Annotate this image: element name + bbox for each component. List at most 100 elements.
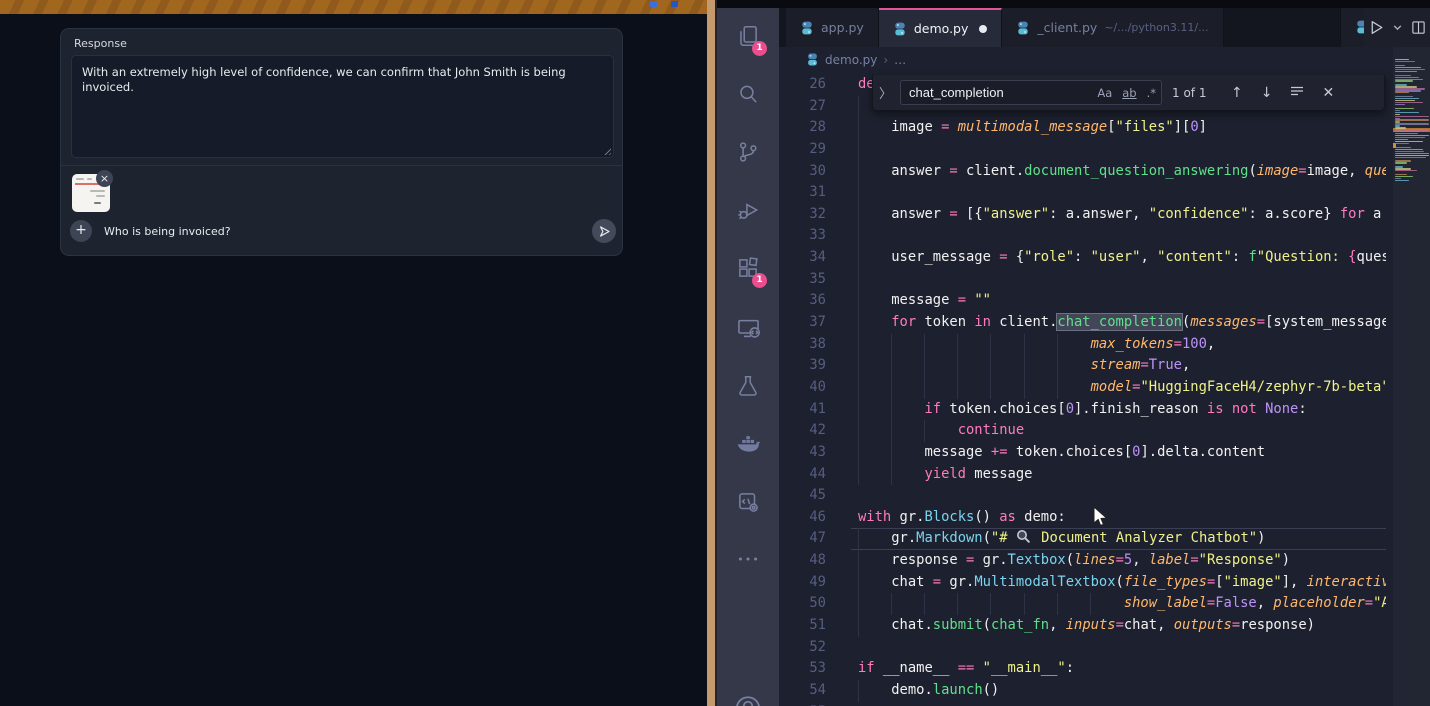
breadcrumb-more[interactable]: … bbox=[894, 53, 906, 67]
code-text: message = "" bbox=[858, 290, 991, 312]
code-line-45[interactable]: 45 bbox=[779, 485, 1386, 507]
tab-demo-py[interactable]: demo.py bbox=[879, 8, 1003, 47]
minimap[interactable] bbox=[1393, 47, 1430, 706]
python-icon bbox=[1016, 21, 1030, 35]
code-line-29[interactable]: 29 bbox=[779, 139, 1386, 161]
remote-explorer-icon[interactable] bbox=[717, 304, 779, 352]
tab-partial[interactable] bbox=[1340, 8, 1365, 47]
extensions-icon[interactable]: 1 bbox=[717, 244, 779, 292]
minimap-line bbox=[1395, 151, 1424, 152]
next-match-icon[interactable]: ↓ bbox=[1252, 85, 1282, 101]
line-number: 31 bbox=[779, 182, 826, 204]
code-line-55[interactable]: 55 bbox=[779, 702, 1386, 706]
close-find-icon[interactable]: ✕ bbox=[1313, 85, 1343, 101]
line-number: 48 bbox=[779, 550, 826, 572]
line-number: 42 bbox=[779, 420, 826, 442]
code-line-32[interactable]: 32 answer = [{"answer": a.answer, "confi… bbox=[779, 204, 1386, 226]
line-number: 33 bbox=[779, 225, 826, 247]
more-actions-icon[interactable] bbox=[717, 535, 779, 583]
code-line-49[interactable]: 49 chat = gr.MultimodalTextbox(file_type… bbox=[779, 572, 1386, 594]
minimap-line bbox=[1395, 123, 1429, 124]
code-line-38[interactable]: 38 max_tokens=100, bbox=[779, 334, 1386, 356]
minimap-line bbox=[1395, 157, 1426, 158]
code-editor[interactable]: 26def chat_fn(multimodal_message):27 28 … bbox=[779, 74, 1386, 706]
code-line-43[interactable]: 43 message += token.choices[0].delta.con… bbox=[779, 442, 1386, 464]
minimap-line bbox=[1395, 180, 1409, 181]
match-case-icon[interactable]: Aa bbox=[1092, 86, 1117, 100]
code-text: answer = [{"answer": a.answer, "confiden… bbox=[858, 204, 1386, 226]
vscode-top-edge bbox=[717, 0, 1430, 8]
code-line-42[interactable]: 42 continue bbox=[779, 420, 1386, 442]
breadcrumb-separator: › bbox=[883, 53, 888, 67]
gradio-panel: Response With an extremely high level of… bbox=[60, 28, 623, 256]
find-widget: 〉 chat_completion Aa ab .* 1 of 1 ↑ ↓ ✕ bbox=[872, 75, 1385, 111]
code-line-52[interactable]: 52 bbox=[779, 637, 1386, 659]
code-line-47[interactable]: 47 gr.Markdown("# Document Analyzer Chat… bbox=[779, 528, 1386, 550]
code-text: show_label=False, placeholder="Ask a que… bbox=[858, 593, 1386, 615]
code-line-37[interactable]: 37 for token in client.chat_completion(m… bbox=[779, 312, 1386, 334]
code-line-30[interactable]: 30 answer = client.document_question_ans… bbox=[779, 161, 1386, 183]
code-line-41[interactable]: 41 if token.choices[0].finish_reason is … bbox=[779, 399, 1386, 421]
activity-bar: 1 1 bbox=[717, 8, 779, 706]
find-query[interactable]: chat_completion bbox=[901, 85, 1092, 100]
find-input[interactable]: chat_completion Aa ab .* bbox=[900, 80, 1162, 105]
split-editor-icon[interactable] bbox=[1411, 20, 1426, 35]
explorer-badge: 1 bbox=[752, 41, 767, 56]
code-line-36[interactable]: 36 message = "" bbox=[779, 290, 1386, 312]
add-file-button[interactable]: + bbox=[70, 220, 92, 242]
code-line-54[interactable]: 54 demo.launch() bbox=[779, 680, 1386, 702]
code-line-50[interactable]: 50 show_label=False, placeholder="Ask a … bbox=[779, 593, 1386, 615]
code-line-40[interactable]: 40 model="HuggingFaceH4/zephyr-7b-beta", bbox=[779, 377, 1386, 399]
code-text: if token.choices[0].finish_reason is not… bbox=[858, 399, 1307, 421]
resize-handle[interactable] bbox=[602, 146, 611, 155]
whole-word-icon[interactable]: ab bbox=[1117, 86, 1141, 100]
gradio-app-window: Response With an extremely high level of… bbox=[0, 14, 707, 706]
find-in-selection-icon[interactable] bbox=[1281, 85, 1313, 101]
minimap-line bbox=[1395, 149, 1423, 150]
code-line-53[interactable]: 53if __name__ == "__main__": bbox=[779, 658, 1386, 680]
code-line-48[interactable]: 48 response = gr.Textbox(lines=5, label=… bbox=[779, 550, 1386, 572]
tab-client-py[interactable]: _client.py ~/.../python3.11/... bbox=[1002, 8, 1223, 47]
source-control-icon[interactable] bbox=[717, 128, 779, 176]
container-tools-icon[interactable] bbox=[717, 478, 779, 526]
code-line-31[interactable]: 31 bbox=[779, 182, 1386, 204]
code-text: user_message = {"role": "user", "content… bbox=[858, 247, 1386, 269]
line-number: 28 bbox=[779, 117, 826, 139]
regex-icon[interactable]: .* bbox=[1142, 86, 1161, 100]
response-textarea[interactable]: With an extremely high level of confiden… bbox=[71, 55, 614, 158]
run-python-file-icon[interactable] bbox=[1368, 19, 1385, 36]
tab-app-py[interactable]: app.py bbox=[786, 8, 879, 47]
previous-match-icon[interactable]: ↑ bbox=[1222, 85, 1252, 101]
editor-actions bbox=[1364, 8, 1430, 47]
code-text: continue bbox=[858, 420, 1024, 442]
code-line-33[interactable]: 33 bbox=[779, 225, 1386, 247]
explorer-icon[interactable]: 1 bbox=[717, 12, 779, 60]
code-text: message += token.choices[0].delta.conten… bbox=[858, 442, 1265, 464]
line-number: 49 bbox=[779, 572, 826, 594]
code-line-34[interactable]: 34 user_message = {"role": "user", "cont… bbox=[779, 247, 1386, 269]
docker-icon[interactable] bbox=[717, 420, 779, 468]
python-icon bbox=[800, 21, 814, 35]
breadcrumb[interactable]: demo.py › … bbox=[779, 47, 1430, 72]
code-line-51[interactable]: 51 chat.submit(chat_fn, inputs=chat, out… bbox=[779, 615, 1386, 637]
run-dropdown-chevron-icon[interactable] bbox=[1392, 22, 1403, 33]
chat-message-input[interactable]: Who is being invoiced? bbox=[104, 225, 231, 238]
code-line-39[interactable]: 39 stream=True, bbox=[779, 355, 1386, 377]
search-icon[interactable] bbox=[717, 70, 779, 118]
code-line-44[interactable]: 44 yield message bbox=[779, 464, 1386, 486]
testing-icon[interactable] bbox=[717, 362, 779, 410]
modified-dot-icon[interactable] bbox=[979, 25, 987, 33]
toggle-replace-chevron-icon[interactable]: 〉 bbox=[879, 83, 892, 102]
send-button[interactable] bbox=[592, 219, 616, 243]
code-line-28[interactable]: 28 image = multimodal_message["files"][0… bbox=[779, 117, 1386, 139]
code-line-46[interactable]: 46with gr.Blocks() as demo: bbox=[779, 507, 1386, 529]
breadcrumb-file[interactable]: demo.py bbox=[825, 53, 877, 67]
account-icon[interactable] bbox=[717, 682, 779, 706]
window-control-fleck bbox=[671, 1, 678, 7]
minimap-line bbox=[1395, 75, 1411, 76]
code-line-35[interactable]: 35 bbox=[779, 269, 1386, 291]
run-and-debug-icon[interactable] bbox=[717, 186, 779, 234]
minimap-line bbox=[1395, 153, 1429, 154]
remove-attachment-button[interactable]: × bbox=[96, 170, 113, 187]
desktop-titlebar-strip bbox=[0, 0, 717, 14]
